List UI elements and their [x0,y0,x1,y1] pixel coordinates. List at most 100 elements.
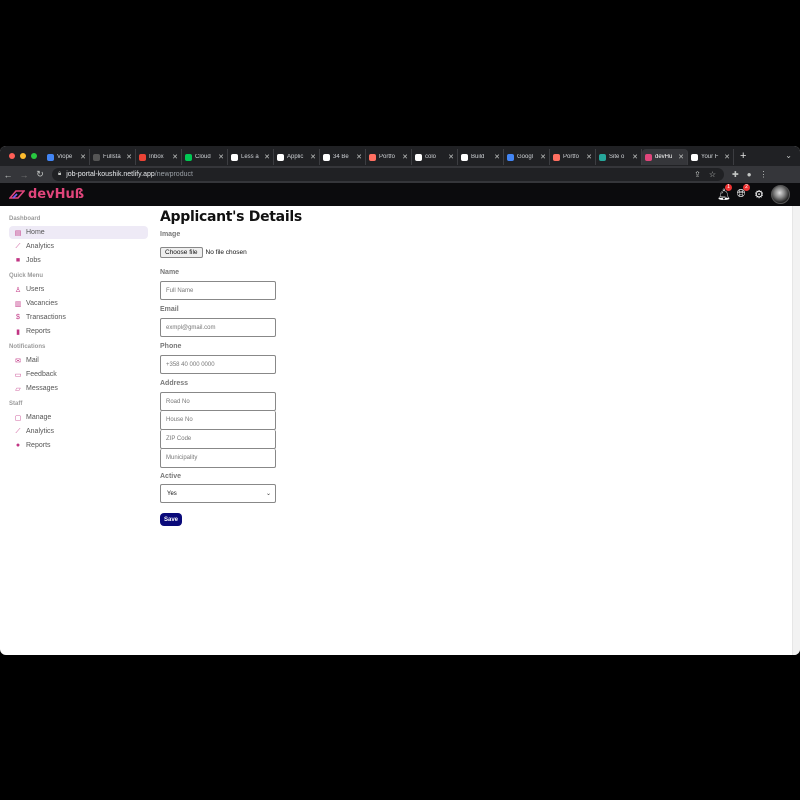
active-select[interactable]: Yes ⌄ [160,484,276,503]
road-field[interactable]: Road No [160,392,276,411]
email-field[interactable]: exmpl@gmail.com [160,318,276,337]
close-tab-icon[interactable]: ✕ [402,153,408,161]
browser-tab[interactable]: colo ✕ [412,149,458,165]
sidebar: Dashboard ▤ Home ⟋ Analytics ■ Jobs Quick Menu ♙… [0,206,150,655]
reload-icon[interactable]: ↻ [32,169,48,180]
browser-menu-icon[interactable]: ⋮ [760,170,768,179]
name-label: Name [160,269,180,276]
close-tab-icon[interactable]: ✕ [586,153,592,161]
sidebar-item-vacancies[interactable]: ▥ Vacancies [9,297,148,310]
new-tab-icon[interactable]: + [740,150,746,162]
browser-tab[interactable]: Your F ✕ [688,149,734,165]
main-content: Applicant's Details Image Choose file No… [160,206,780,526]
tab-title: Portfo [563,154,580,160]
avatar[interactable] [771,185,790,204]
sidebar-item-jobs[interactable]: ■ Jobs [9,254,148,267]
sidebar-item-label: Transactions [26,314,66,321]
browser-tab[interactable]: Portfo ✕ [366,149,412,165]
message-icon: ▱ [15,385,21,393]
sidebar-item-manage[interactable]: ▢ Manage [9,411,148,424]
bookmark-star-icon[interactable]: ☆ [709,170,716,179]
favicon-icon [599,153,606,161]
close-tab-icon[interactable]: ✕ [80,153,86,161]
sidebar-item-analytics[interactable]: ⟋ Analytics [9,425,148,438]
close-tab-icon[interactable]: ✕ [678,153,684,161]
language-globe-icon[interactable]: 🌐︎ 2 [735,184,750,201]
sidebar-item-home[interactable]: ▤ Home [9,226,148,239]
sidebar-item-feedback[interactable]: ▭ Feedback [9,368,148,381]
close-tab-icon[interactable]: ✕ [218,153,224,161]
browser-tab[interactable]: Viope ✕ [44,149,90,165]
logo-text: devHuß [28,187,85,202]
browser-tab[interactable]: Cloud ✕ [182,149,228,165]
house-field[interactable]: House No [160,411,276,430]
browser-tab[interactable]: Googl ✕ [504,149,550,165]
choose-file-button[interactable]: Choose file [160,247,203,258]
profile-icon[interactable]: ● [747,170,752,179]
extensions-icon[interactable]: ✚ [732,170,739,179]
notification-bell-icon[interactable]: 🔔︎ 1 [717,184,732,201]
browser-window: Viope ✕ Fullsta ✕ Inbox ✕ Cloud ✕ Less a ✕ Applic ✕… [0,146,800,655]
sidebar-item-label: Reports [26,442,51,449]
sidebar-item-transactions[interactable]: $ Transactions [9,311,148,324]
favicon-icon [277,153,284,161]
browser-tab[interactable]: Portfo ✕ [550,149,596,165]
browser-tab[interactable]: 34 Be ✕ [320,149,366,165]
sidebar-section-title: Quick Menu [9,273,44,279]
favicon-icon [507,153,514,161]
sidebar-item-label: Reports [26,328,51,335]
report-icon: ● [15,442,21,449]
close-tab-icon[interactable]: ✕ [126,153,132,161]
tab-title: Cloud [195,154,211,160]
app-logo[interactable]: devHuß [0,187,84,202]
favicon-icon [645,153,652,161]
close-tab-icon[interactable]: ✕ [724,153,730,161]
close-tab-icon[interactable]: ✕ [172,153,178,161]
page-scrollbar[interactable] [792,206,800,655]
sidebar-item-reports[interactable]: ● Reports [9,439,148,452]
phone-field[interactable]: +358 40 000 0000 [160,355,276,374]
sidebar-item-users[interactable]: ♙ Users [9,283,148,296]
back-icon[interactable]: ← [0,170,16,180]
close-tab-icon[interactable]: ✕ [540,153,546,161]
sidebar-section-title: Dashboard [9,216,41,222]
close-window-button[interactable] [9,153,15,159]
close-tab-icon[interactable]: ✕ [448,153,454,161]
close-tab-icon[interactable]: ✕ [264,153,270,161]
maximize-window-button[interactable] [31,153,37,159]
tab-list: Viope ✕ Fullsta ✕ Inbox ✕ Cloud ✕ Less a ✕ Applic ✕… [44,146,734,166]
image-label: Image [160,231,181,238]
browser-tab[interactable]: Site o ✕ [596,149,642,165]
browser-tab[interactable]: Inbox ✕ [136,149,182,165]
forward-icon[interactable]: → [16,170,32,180]
address-bar[interactable]: 🔒︎ job-portal-koushik.netlify.app/newpro… [52,168,724,181]
share-icon[interactable]: ⇪ [694,170,701,179]
close-tab-icon[interactable]: ✕ [494,153,500,161]
close-tab-icon[interactable]: ✕ [632,153,638,161]
browser-tab[interactable]: Fullsta ✕ [90,149,136,165]
close-tab-icon[interactable]: ✕ [356,153,362,161]
name-field[interactable]: Full Name [160,281,276,300]
browser-tab[interactable]: devHu ✕ [642,149,688,165]
browser-tab[interactable]: Applic ✕ [274,149,320,165]
sidebar-section-title: Notifications [9,344,46,350]
browser-toolbar: ← → ↻ 🔒︎ job-portal-koushik.netlify.app /… [0,166,800,183]
browser-tab[interactable]: Less a ✕ [228,149,274,165]
logo-mark-icon [9,190,25,199]
minimize-window-button[interactable] [20,153,26,159]
chevron-down-icon[interactable]: ⌄ [785,151,792,160]
save-button[interactable]: Save [160,513,182,526]
zip-field[interactable]: ZIP Code [160,430,276,449]
sidebar-item-label: Mail [26,357,39,364]
sidebar-item-reports[interactable]: ▮ Reports [9,325,148,338]
browser-tab[interactable]: Build ✕ [458,149,504,165]
sidebar-item-mail[interactable]: ✉ Mail [9,354,148,367]
sidebar-item-analytics[interactable]: ⟋ Analytics [9,240,148,253]
close-tab-icon[interactable]: ✕ [310,153,316,161]
sidebar-item-label: Jobs [26,257,41,264]
favicon-icon [415,153,422,161]
municipality-field[interactable]: Municipality [160,449,276,468]
settings-gear-icon[interactable]: ⚙ [753,188,765,201]
sidebar-item-messages[interactable]: ▱ Messages [9,382,148,395]
tab-title: Inbox [149,154,164,160]
